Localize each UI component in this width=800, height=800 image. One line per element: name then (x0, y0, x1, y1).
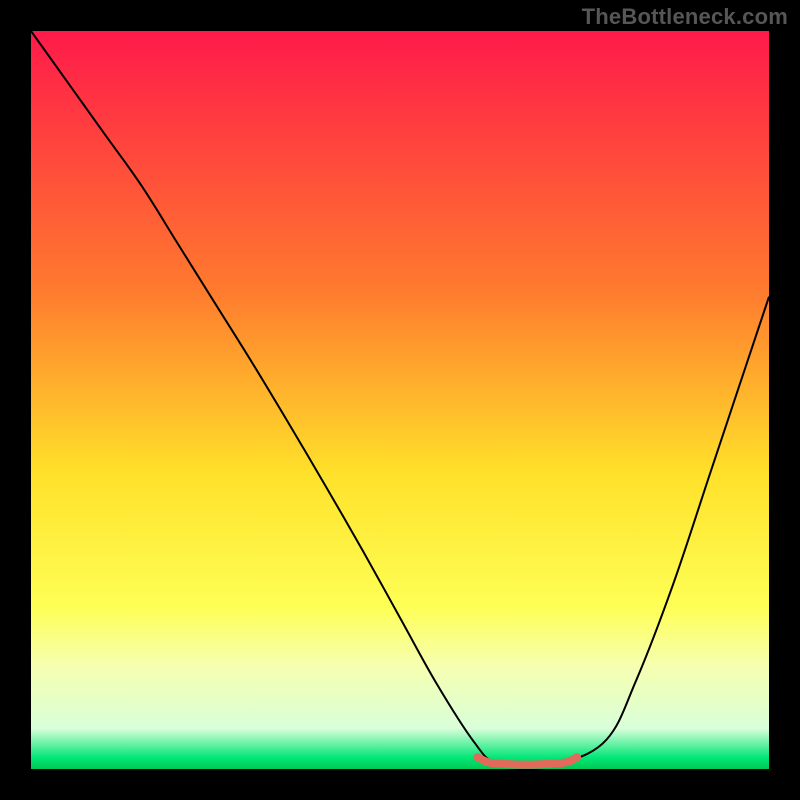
plot-area (31, 31, 769, 769)
watermark-text: TheBottleneck.com (582, 4, 788, 30)
bottleneck-chart (31, 31, 769, 769)
chart-frame: TheBottleneck.com (0, 0, 800, 800)
gradient-background (31, 31, 769, 769)
